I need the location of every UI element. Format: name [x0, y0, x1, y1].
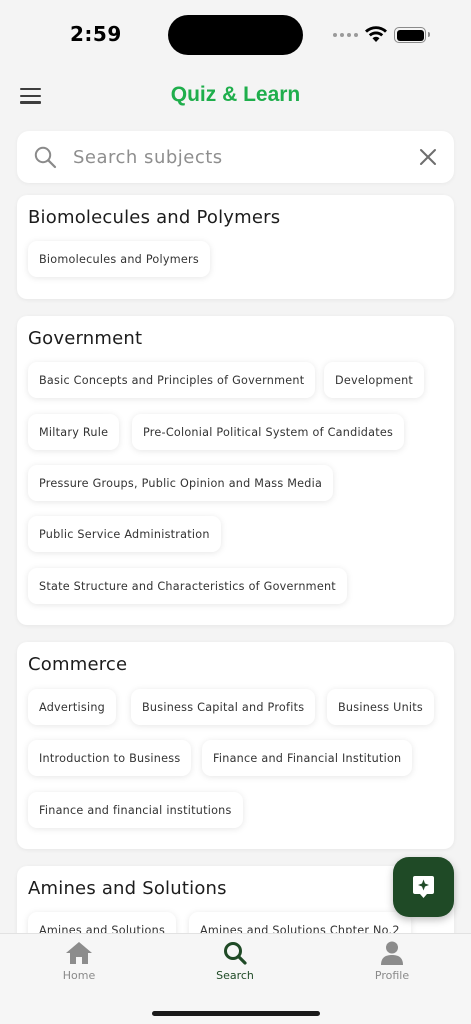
status-bar: 2:59: [0, 0, 471, 70]
subject-title: Amines and Solutions: [28, 878, 227, 899]
search-icon: [224, 942, 247, 965]
search-input[interactable]: [73, 141, 403, 173]
topic-chip[interactable]: Pressure Groups, Public Opinion and Mass…: [28, 465, 334, 501]
nav-label: Search: [216, 969, 254, 982]
topic-chip[interactable]: Development: [324, 362, 425, 398]
close-icon[interactable]: [418, 147, 438, 167]
subject-title: Biomolecules and Polymers: [28, 207, 281, 228]
home-indicator: [152, 1011, 320, 1016]
topic-chip[interactable]: Business Capital and Profits: [131, 689, 316, 725]
page-title: Quiz & Learn: [170, 83, 301, 106]
topic-chip[interactable]: Advertising: [28, 689, 117, 725]
search-icon: [34, 146, 57, 169]
topic-chip[interactable]: Basic Concepts and Principles of Governm…: [28, 362, 316, 398]
nav-item-search[interactable]: Search: [190, 940, 280, 982]
subject-title: Commerce: [28, 654, 128, 675]
nav-item-profile[interactable]: Profile: [347, 940, 437, 982]
nav-item-home[interactable]: Home: [34, 940, 124, 982]
subject-card-commerce: Commerce Advertising Business Capital an…: [17, 642, 454, 849]
topic-chip[interactable]: State Structure and Characteristics of G…: [28, 568, 347, 604]
topic-chip[interactable]: Business Units: [327, 689, 434, 725]
subject-card-government: Government Basic Concepts and Principles…: [17, 316, 454, 625]
app-header: Quiz & Learn: [0, 78, 471, 118]
cellular-signal-icon: [333, 33, 358, 37]
topic-chip[interactable]: Biomolecules and Polymers: [28, 241, 210, 277]
topic-chip[interactable]: Introduction to Business: [28, 740, 192, 776]
search-bar: [17, 131, 454, 183]
subject-title: Government: [28, 328, 143, 349]
home-icon: [66, 942, 92, 964]
profile-icon: [381, 941, 403, 965]
topic-chip[interactable]: Finance and financial institutions: [28, 792, 243, 828]
topic-chip[interactable]: Public Service Administration: [28, 516, 221, 552]
topic-chip[interactable]: Miltary Rule: [28, 414, 120, 450]
bottom-nav: Home Search Profile: [0, 933, 471, 1024]
status-time: 2:59: [70, 22, 122, 46]
nav-label: Profile: [374, 969, 410, 982]
ai-assistant-button[interactable]: [393, 857, 454, 917]
topic-chip[interactable]: Pre-Colonial Political System of Candida…: [132, 414, 405, 450]
wifi-icon: [365, 26, 387, 42]
nav-label: Home: [62, 969, 96, 982]
dynamic-island: [168, 15, 303, 55]
topic-chip[interactable]: Finance and Financial Institution: [202, 740, 413, 776]
subject-card-biomolecules: Biomolecules and Polymers Biomolecules a…: [17, 195, 454, 299]
battery-icon: [394, 27, 430, 43]
sparkle-chat-icon: [413, 876, 434, 898]
